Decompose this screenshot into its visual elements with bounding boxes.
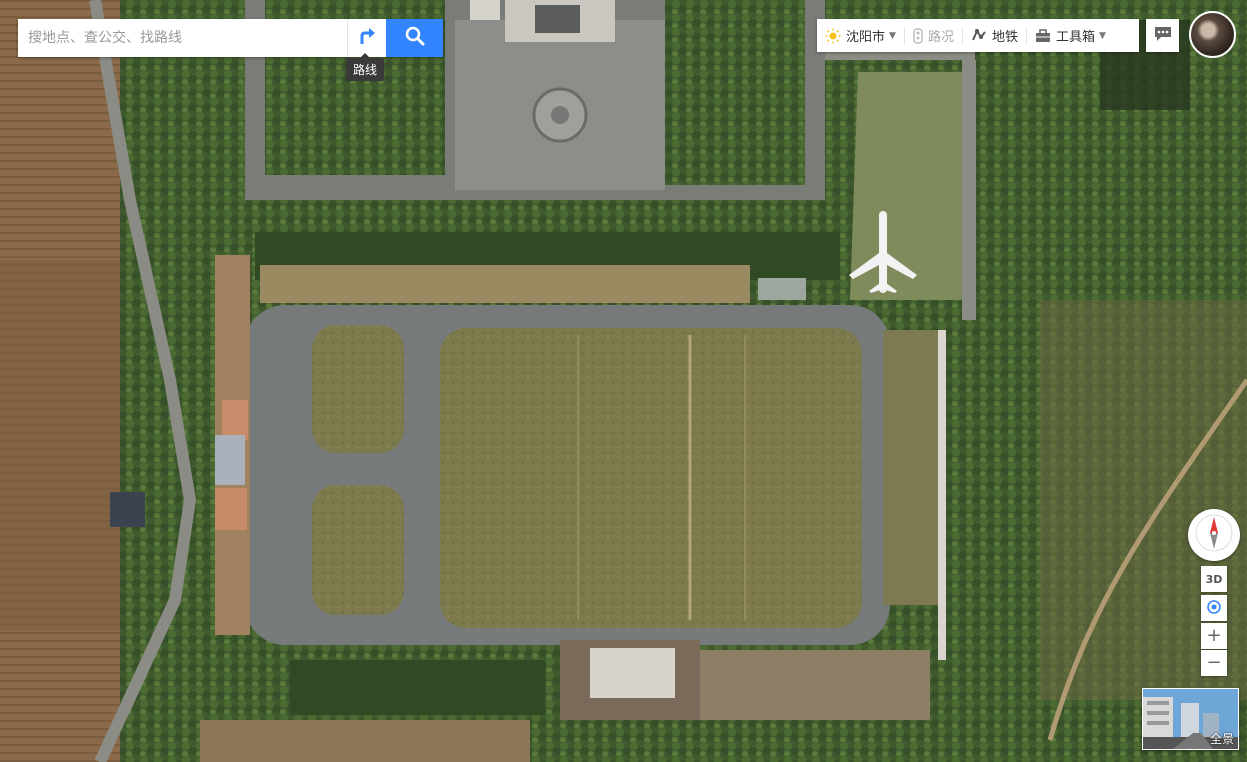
subway-icon xyxy=(971,28,987,44)
route-icon xyxy=(357,26,377,50)
message-icon xyxy=(1154,26,1172,46)
subway-label: 地铁 xyxy=(991,30,1018,45)
panorama-label: 全景 xyxy=(1209,732,1234,746)
panorama-button[interactable]: 全景 xyxy=(1142,688,1239,750)
weather-sun-icon xyxy=(825,28,841,44)
compass-icon xyxy=(1194,513,1234,557)
search-button[interactable] xyxy=(386,19,443,57)
zoom-out-icon: − xyxy=(1206,652,1222,673)
zoom-out-button[interactable]: − xyxy=(1201,650,1227,676)
traffic-button[interactable]: 路况 xyxy=(905,19,962,52)
route-button[interactable] xyxy=(347,19,386,57)
city-selector[interactable]: 沈阳市 ▼ xyxy=(817,19,904,52)
compass-button[interactable] xyxy=(1188,509,1240,561)
map-toolbar: 沈阳市 ▼ 路况 地铁 工具箱 ▼ xyxy=(817,19,1139,52)
zoom-in-button[interactable]: + xyxy=(1201,623,1227,649)
3d-label: 3D xyxy=(1205,572,1223,586)
user-avatar[interactable] xyxy=(1189,11,1236,58)
route-tooltip: 路线 xyxy=(346,53,385,81)
toolbox-label: 工具箱 xyxy=(1055,30,1095,45)
locate-icon xyxy=(1206,599,1222,618)
subway-button[interactable]: 地铁 xyxy=(963,19,1026,52)
search-input[interactable] xyxy=(18,19,347,57)
toolbox-button[interactable]: 工具箱 ▼ xyxy=(1027,19,1114,52)
traffic-label: 路况 xyxy=(927,30,954,45)
message-button[interactable] xyxy=(1146,19,1179,52)
chevron-down-icon: ▼ xyxy=(889,30,896,41)
search-icon xyxy=(405,26,425,50)
city-label: 沈阳市 xyxy=(846,30,886,45)
locate-button[interactable] xyxy=(1201,595,1227,621)
search-box xyxy=(18,19,443,57)
zoom-in-icon: + xyxy=(1206,625,1222,646)
chevron-down-icon: ▼ xyxy=(1098,30,1106,41)
traffic-light-icon xyxy=(913,27,923,44)
satellite-map[interactable] xyxy=(0,0,1247,762)
3d-button[interactable]: 3D xyxy=(1201,566,1227,592)
toolbox-icon xyxy=(1035,28,1051,43)
